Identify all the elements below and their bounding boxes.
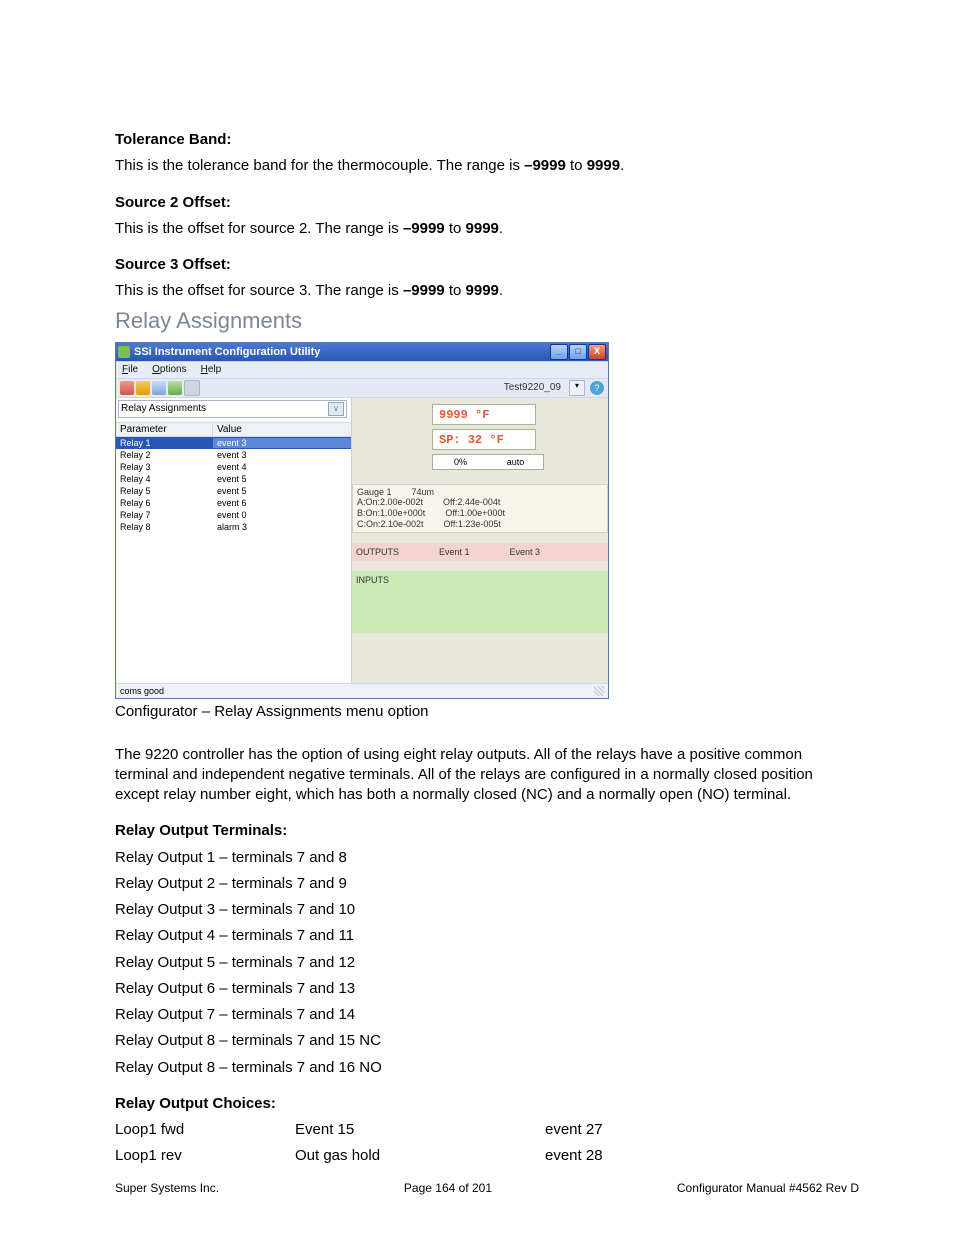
heading-src3: Source 3 Offset:: [115, 256, 231, 273]
footer-center: Page 164 of 201: [404, 1181, 492, 1195]
terminal-line: Relay Output 6 – terminals 7 and 13: [115, 979, 839, 999]
grid-header-parameter: Parameter: [116, 423, 213, 436]
terminal-line: Relay Output 1 – terminals 7 and 8: [115, 848, 839, 868]
choice-item: Loop1 rev: [115, 1146, 295, 1166]
table-row[interactable]: Relay 8alarm 3: [116, 521, 351, 533]
gauge-panel: Gauge 174um A:On:2.00e-002tOff:2.44e-004…: [352, 484, 608, 533]
menu-help[interactable]: Help: [201, 364, 222, 375]
toolbar-icon-3[interactable]: [152, 381, 166, 395]
terminal-line: Relay Output 5 – terminals 7 and 12: [115, 953, 839, 973]
close-button[interactable]: X: [588, 344, 606, 360]
terminal-line: Relay Output 7 – terminals 7 and 14: [115, 1005, 839, 1025]
choice-item: event 28: [545, 1146, 725, 1166]
terminal-line: Relay Output 4 – terminals 7 and 11: [115, 926, 839, 946]
text-src3: This is the offset for source 3. The ran…: [115, 281, 839, 301]
toolbar-help-icon[interactable]: ?: [590, 381, 604, 395]
toolbar-icon-5[interactable]: [184, 380, 200, 396]
page-dropdown[interactable]: Relay Assignments v: [118, 400, 347, 418]
choice-item: Out gas hold: [295, 1146, 545, 1166]
toolbar: Test9220_09 ▾ ?: [116, 379, 608, 398]
page-footer: Super Systems Inc. Page 164 of 201 Confi…: [115, 1181, 859, 1195]
heading-choices: Relay Output Choices:: [115, 1095, 276, 1112]
body-paragraph: The 9220 controller has the option of us…: [115, 745, 839, 806]
heading-src2: Source 2 Offset:: [115, 194, 231, 211]
toolbar-icon-4[interactable]: [168, 381, 182, 395]
terminal-line: Relay Output 8 – terminals 7 and 15 NC: [115, 1031, 839, 1051]
outputs-panel: OUTPUTS Event 1 Event 3: [352, 543, 608, 561]
titlebar[interactable]: SSi Instrument Configuration Utility _ □…: [116, 343, 608, 361]
footer-right: Configurator Manual #4562 Rev D: [677, 1181, 859, 1195]
chevron-down-icon[interactable]: v: [328, 402, 344, 416]
menu-options[interactable]: Options: [152, 364, 186, 375]
table-row[interactable]: Relay 3event 4: [116, 461, 351, 473]
choice-item: event 27: [545, 1120, 725, 1140]
grid-header-value: Value: [213, 423, 351, 436]
status-text: coms good: [120, 686, 164, 696]
temperature-readout: 9999 °F: [432, 404, 536, 425]
toolbar-icon-2[interactable]: [136, 381, 150, 395]
terminal-line: Relay Output 8 – terminals 7 and 16 NO: [115, 1058, 839, 1078]
toolbar-icon-1[interactable]: [120, 381, 134, 395]
status-bar: coms good: [116, 683, 608, 698]
maximize-button[interactable]: □: [569, 344, 587, 360]
inputs-panel: INPUTS: [352, 571, 608, 633]
page-dropdown-value: Relay Assignments: [121, 403, 206, 414]
choices-table: Loop1 fwd Loop1 rev Event 15 Out gas hol…: [115, 1120, 839, 1173]
left-pane: Relay Assignments v Parameter Value Rela…: [116, 398, 352, 683]
toolbar-dropdown-icon[interactable]: ▾: [569, 380, 585, 396]
heading-terminals: Relay Output Terminals:: [115, 822, 287, 839]
resize-grip-icon[interactable]: [594, 686, 604, 696]
choice-item: Event 15: [295, 1120, 545, 1140]
menu-bar: File Options Help: [116, 361, 608, 379]
table-row[interactable]: Relay 4event 5: [116, 473, 351, 485]
grid-header: Parameter Value: [116, 422, 351, 437]
footer-left: Super Systems Inc.: [115, 1181, 219, 1195]
text-tolerance: This is the tolerance band for the therm…: [115, 156, 839, 176]
window-title: SSi Instrument Configuration Utility: [134, 346, 320, 358]
output-percent-bar: 0% auto: [432, 454, 544, 470]
minimize-button[interactable]: _: [550, 344, 568, 360]
app-icon: [118, 346, 130, 358]
table-row[interactable]: Relay 2event 3: [116, 449, 351, 461]
text-src2: This is the offset for source 2. The ran…: [115, 219, 839, 239]
figure-caption: Configurator – Relay Assignments menu op…: [115, 703, 839, 720]
setpoint-readout: SP: 32 °F: [432, 429, 536, 450]
heading-relay-assignments: Relay Assignments: [115, 308, 839, 334]
table-row[interactable]: Relay 7event 0: [116, 509, 351, 521]
menu-file[interactable]: File: [122, 364, 138, 375]
config-utility-window: SSi Instrument Configuration Utility _ □…: [115, 342, 609, 699]
right-pane: 9999 °F SP: 32 °F 0% auto Gauge 174um A:…: [352, 398, 608, 683]
heading-tolerance: Tolerance Band:: [115, 131, 231, 148]
table-row[interactable]: Relay 6event 6: [116, 497, 351, 509]
terminal-line: Relay Output 2 – terminals 7 and 9: [115, 874, 839, 894]
table-row[interactable]: Relay 1 event 3: [116, 437, 351, 449]
choice-item: Loop1 fwd: [115, 1120, 295, 1140]
terminal-line: Relay Output 3 – terminals 7 and 10: [115, 900, 839, 920]
toolbar-device-label: Test9220_09: [504, 382, 561, 393]
table-row[interactable]: Relay 5event 5: [116, 485, 351, 497]
